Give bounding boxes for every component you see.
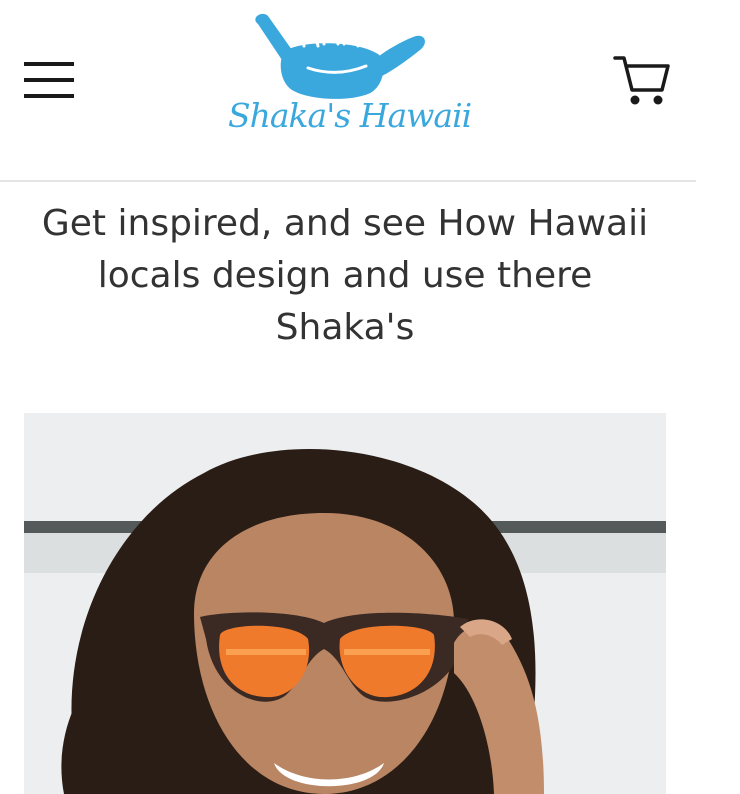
woman-sunglasses-photo (24, 413, 666, 794)
cart-button[interactable] (612, 52, 672, 110)
menu-icon-bar (24, 78, 74, 82)
shopping-cart-icon (613, 56, 670, 105)
menu-icon-bar (24, 62, 74, 66)
hero-image (24, 413, 666, 794)
menu-icon-bar (24, 94, 74, 98)
logo-wordmark: Shaka's Hawaii (228, 96, 472, 135)
site-logo[interactable]: Shaka's Hawaii (228, 10, 472, 135)
page-headline: Get inspired, and see How Hawaii locals … (41, 203, 649, 348)
shaka-hand-icon (255, 13, 425, 99)
site-header: Shaka's Hawaii (0, 0, 696, 182)
menu-icon[interactable] (24, 60, 74, 100)
